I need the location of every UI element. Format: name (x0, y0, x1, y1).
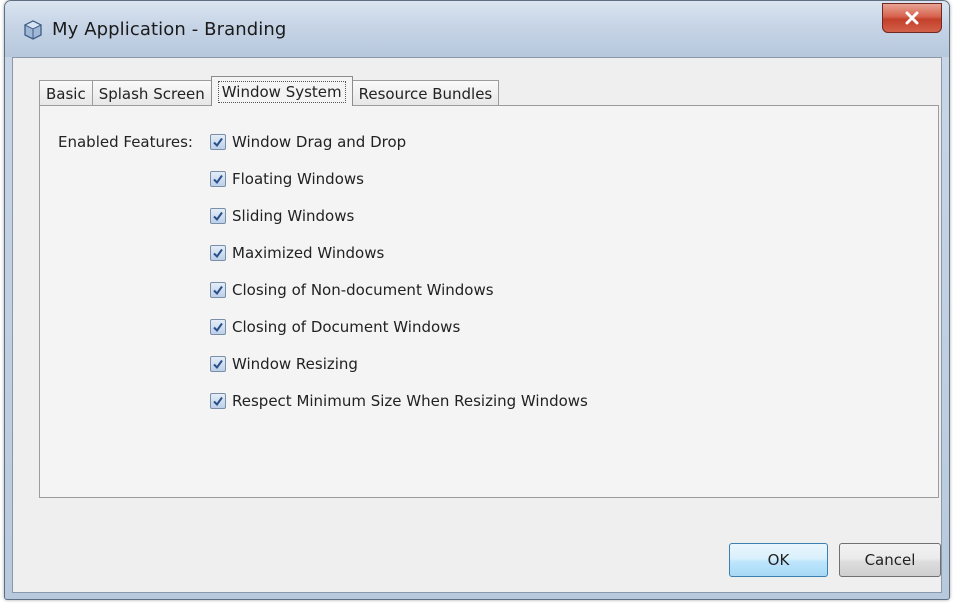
tab-label: Basic (46, 84, 86, 103)
close-icon (905, 11, 919, 25)
tab-basic[interactable]: Basic (39, 80, 93, 106)
checkbox[interactable] (210, 356, 226, 372)
checkbox[interactable] (210, 393, 226, 409)
option-maximized-windows[interactable]: Maximized Windows (210, 244, 384, 262)
tab-label: Window System (217, 80, 346, 103)
option-label: Maximized Windows (232, 244, 385, 262)
checkbox[interactable] (210, 319, 226, 335)
checkmark-icon (213, 359, 223, 370)
app-cube-icon (22, 19, 44, 41)
option-closing-non-document-windows[interactable]: Closing of Non-document Windows (210, 281, 494, 299)
checkbox[interactable] (210, 282, 226, 298)
option-respect-minimum-size[interactable]: Respect Minimum Size When Resizing Windo… (210, 392, 588, 410)
checkbox[interactable] (210, 134, 226, 150)
option-label: Window Resizing (232, 355, 358, 373)
title-bar[interactable]: My Application - Branding (5, 1, 949, 57)
option-closing-document-windows[interactable]: Closing of Document Windows (210, 318, 460, 336)
enabled-features-label: Enabled Features: (58, 133, 193, 151)
checkmark-icon (213, 285, 223, 296)
close-button[interactable] (882, 3, 942, 33)
checkbox[interactable] (210, 171, 226, 187)
tab-splash-screen[interactable]: Splash Screen (91, 80, 212, 106)
option-label: Window Drag and Drop (232, 133, 407, 151)
option-label: Respect Minimum Size When Resizing Windo… (232, 392, 588, 410)
option-window-drag-and-drop[interactable]: Window Drag and Drop (210, 133, 406, 151)
window-title: My Application - Branding (52, 19, 287, 40)
checkmark-icon (213, 137, 223, 148)
option-label: Floating Windows (232, 170, 364, 188)
dialog-content: Basic Splash Screen Window System Resour… (12, 57, 942, 593)
option-window-resizing[interactable]: Window Resizing (210, 355, 358, 373)
checkmark-icon (213, 248, 223, 259)
option-label: Closing of Non-document Windows (232, 281, 494, 299)
option-floating-windows[interactable]: Floating Windows (210, 170, 364, 188)
checkmark-icon (213, 211, 223, 222)
tab-window-system[interactable]: Window System (210, 76, 353, 106)
tab-label: Splash Screen (98, 84, 205, 103)
checkmark-icon (213, 174, 223, 185)
tab-label: Resource Bundles (358, 84, 493, 103)
checkbox[interactable] (210, 208, 226, 224)
window-system-panel: Enabled Features: Window Drag and Drop F… (39, 105, 939, 498)
tab-strip: Basic Splash Screen Window System Resour… (39, 76, 500, 106)
cancel-button[interactable]: Cancel (839, 543, 941, 577)
option-label: Closing of Document Windows (232, 318, 461, 336)
checkmark-icon (213, 396, 223, 407)
tab-resource-bundles[interactable]: Resource Bundles (351, 80, 500, 106)
dialog-window: My Application - Branding Basic Splash S… (4, 0, 950, 600)
option-sliding-windows[interactable]: Sliding Windows (210, 207, 354, 225)
ok-button[interactable]: OK (729, 543, 828, 577)
checkmark-icon (213, 322, 223, 333)
option-label: Sliding Windows (232, 207, 355, 225)
checkbox[interactable] (210, 245, 226, 261)
